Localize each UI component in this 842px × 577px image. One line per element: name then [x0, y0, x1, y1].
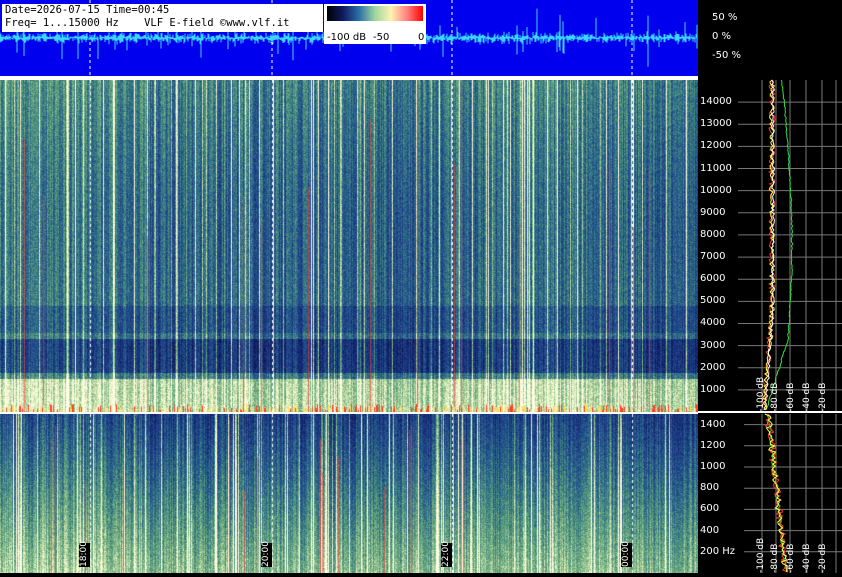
frequency-tick-label: 10000: [700, 184, 732, 196]
frequency-tick-label: 1000: [700, 383, 726, 395]
profile-db-label-low: -20 dB: [818, 544, 828, 573]
frequency-tick-label: 4000: [700, 317, 726, 329]
profile-db-label: -100 dB: [756, 377, 766, 412]
frequency-tick-label: 7000: [700, 251, 726, 263]
colorbar-label-mid: -50: [373, 32, 390, 43]
frequency-tick-label: 13000: [700, 118, 732, 130]
time-tick-label: 20:00: [261, 541, 272, 567]
profile-db-label: -40 dB: [802, 383, 812, 412]
frequency-tick-label: 2000: [700, 361, 726, 373]
spectrogram-high: [0, 80, 698, 412]
frequency-tick-label-low: 600: [700, 503, 720, 515]
frequency-tick-label-low: 400: [700, 524, 720, 536]
waveform-percent-label: 50 %: [712, 12, 738, 23]
frequency-tick-label: 3000: [700, 339, 726, 351]
frequency-tick-label: 5000: [700, 295, 726, 307]
header-freq: Freq= 1...15000 Hz VLF E-field ©www.vlf.…: [5, 17, 290, 29]
waveform-percent-label: 0 %: [712, 31, 732, 42]
profile-db-label-low: -100 dB: [756, 538, 766, 573]
frequency-tick-label: 6000: [700, 273, 726, 285]
colorbar-gradient: [327, 6, 423, 21]
frequency-tick-label: 14000: [700, 96, 732, 108]
frequency-tick-label-low: 1400: [700, 418, 726, 430]
frequency-tick-label: 11000: [700, 162, 732, 174]
profile-db-label-low: -40 dB: [802, 544, 812, 573]
frequency-tick-label-low: 1000: [700, 461, 726, 472]
time-tick-label: 00:00: [621, 541, 632, 567]
profile-db-label-low: -80 dB: [770, 544, 780, 573]
spectrogram-low: [0, 414, 698, 573]
time-tick-label: 18:00: [79, 541, 90, 567]
time-tick-label: 22:00: [441, 541, 452, 567]
frequency-tick-label-low: 200 Hz: [700, 545, 736, 557]
frequency-tick-label-low: 800: [700, 482, 720, 494]
waveform-percent-label: -50 %: [712, 50, 742, 61]
colorbar-legend: -100 dB -50 0: [324, 4, 426, 44]
frequency-tick-label: 8000: [700, 228, 726, 240]
header-info: Date=2026-07-15 Time=00:45 Freq= 1...150…: [2, 4, 323, 32]
frequency-tick-label: 9000: [700, 206, 726, 218]
profile-db-label-low: -60 dB: [786, 544, 796, 573]
colorbar-label-max: 0: [418, 32, 425, 43]
colorbar-label-min: -100 dB: [327, 32, 367, 43]
header-date-time: Date=2026-07-15 Time=00:45: [5, 4, 170, 16]
profile-db-label: -60 dB: [786, 383, 796, 412]
profile-db-label: -20 dB: [818, 383, 828, 412]
frequency-tick-label: 12000: [700, 140, 732, 152]
frequency-tick-label-low: 1200: [700, 439, 726, 451]
profile-db-label: -80 dB: [770, 383, 780, 412]
